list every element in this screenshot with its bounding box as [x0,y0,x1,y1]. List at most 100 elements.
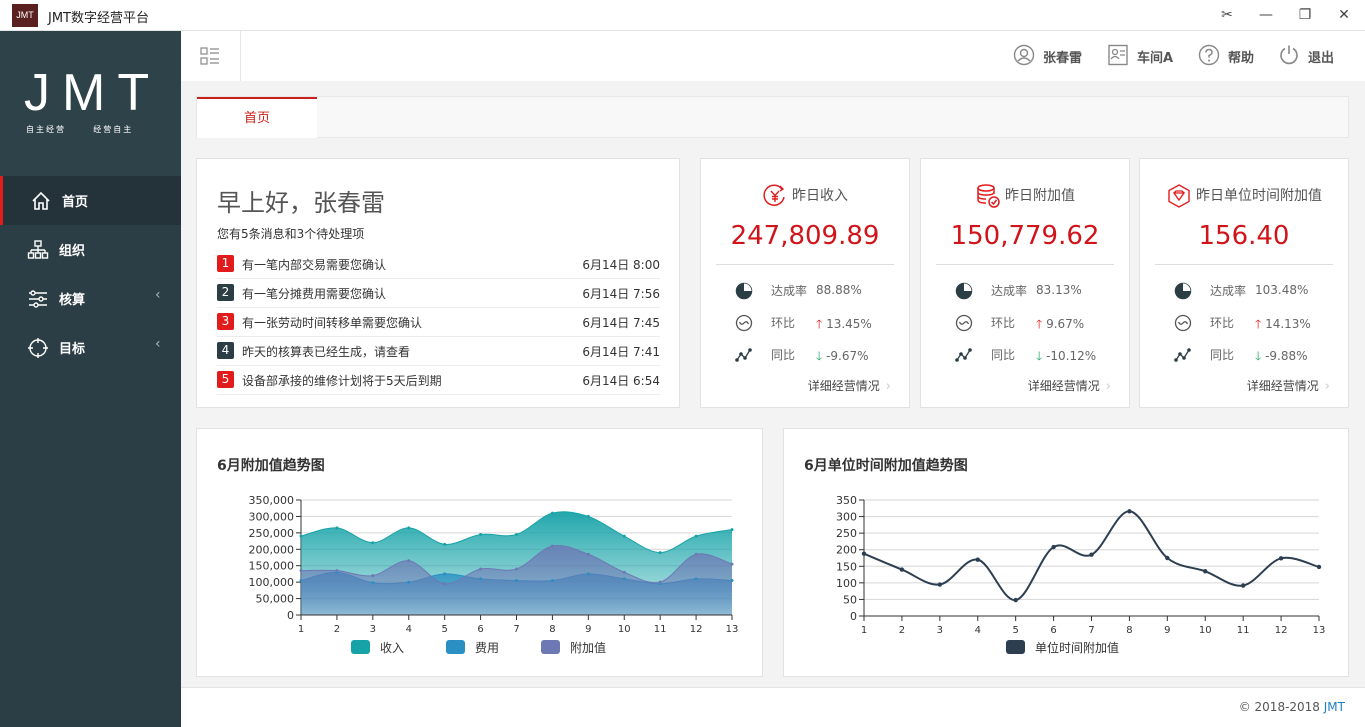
details-link[interactable]: 详细经营情况 › [808,377,891,394]
data-point[interactable] [975,557,980,562]
data-point[interactable] [515,533,518,536]
data-point[interactable] [443,572,447,576]
data-point[interactable] [550,511,554,515]
help-button[interactable]: 帮助 [1198,44,1263,68]
x-tick-label: 3 [370,624,376,635]
data-point[interactable] [335,526,339,530]
data-point[interactable] [443,582,447,586]
data-point[interactable] [550,544,554,548]
task-text: 有一笔内部交易需要您确认 [242,258,387,272]
pin-button[interactable]: ✂ [1216,5,1238,25]
footer-brand-link[interactable]: JMT [1324,700,1345,714]
kpi-completion-rate: 达成率 103.48% [1140,279,1348,301]
data-point[interactable] [515,579,518,582]
kpi-value: 150,779.62 [950,221,1100,251]
data-point[interactable] [479,567,483,571]
data-point[interactable] [1013,597,1018,603]
data-point[interactable] [1165,555,1170,561]
legend-label[interactable]: 附加值 [570,640,606,655]
y-tick-label: 150,000 [249,560,295,573]
data-point[interactable] [407,559,411,563]
data-point[interactable] [586,572,590,576]
task-item[interactable]: 2 有一笔分摊费用需要您确认 6月14日 7:56 [217,279,660,308]
close-button[interactable]: ✕ [1333,5,1355,25]
restore-button[interactable]: ❐ [1294,5,1316,25]
y-tick-label: 50 [843,593,857,606]
x-tick-label: 8 [1126,625,1132,636]
data-point[interactable] [658,551,662,555]
data-point[interactable] [479,533,483,536]
data-point[interactable] [694,552,698,556]
task-item[interactable]: 5 设备部承接的维修计划将于5天后到期 6月14日 6:54 [217,366,660,395]
data-point[interactable] [622,577,626,581]
data-point[interactable] [899,567,905,572]
menu-toggle-button[interactable] [181,31,241,81]
data-point[interactable] [299,579,303,582]
data-point[interactable] [861,551,867,556]
task-time: 6月14日 7:56 [582,287,660,301]
details-link[interactable]: 详细经营情况 › [1028,377,1111,394]
data-point[interactable] [371,541,375,545]
task-item[interactable]: 3 有一张劳动时间转移单需要您确认 6月14日 7:45 [217,308,660,337]
data-point[interactable] [371,581,375,585]
data-point[interactable] [1278,556,1284,561]
data-point[interactable] [1051,544,1056,550]
data-point[interactable] [1089,552,1094,557]
task-item[interactable]: 4 昨天的核算表已经生成，请查看 6月14日 7:41 [217,337,660,366]
legend-swatch[interactable] [351,640,370,654]
data-point[interactable] [1127,509,1132,514]
data-point[interactable] [443,542,447,546]
minimize-button[interactable]: — [1255,5,1277,25]
task-item[interactable]: 1 有一笔内部交易需要您确认 6月14日 8:00 [217,250,660,279]
data-point[interactable] [730,579,734,582]
sidebar-item-home[interactable]: 首页 [0,176,181,225]
legend-label[interactable]: 费用 [475,641,499,655]
legend-label[interactable]: 收入 [380,641,404,655]
data-point[interactable] [407,580,411,584]
data-point[interactable] [550,579,554,582]
legend-swatch[interactable] [1006,640,1025,654]
data-point[interactable] [622,570,626,574]
legend-swatch[interactable] [541,640,560,654]
sidebar-item-label: 核算 [59,293,86,308]
data-point[interactable] [694,534,698,538]
data-point[interactable] [937,582,943,587]
y-tick-label: 350,000 [249,494,295,507]
x-tick-label: 10 [618,624,631,635]
data-point[interactable] [1240,583,1246,588]
sidebar-item-target[interactable]: 目标 ‹ [0,323,181,372]
x-tick-label: 2 [899,625,905,636]
data-point[interactable] [371,574,375,578]
data-point[interactable] [622,534,626,538]
data-point[interactable] [1316,564,1322,570]
data-point[interactable] [730,562,734,566]
trend-icon [955,348,972,362]
task-text: 昨天的核算表已经生成，请查看 [242,345,411,359]
x-tick-label: 9 [585,624,591,635]
data-point[interactable] [335,569,339,573]
data-point[interactable] [658,580,662,584]
arrow-down-icon: 🡓 [1036,349,1043,363]
legend-swatch[interactable] [446,640,465,654]
sidebar-item-accounting[interactable]: 核算 ‹ [0,274,181,323]
task-list: 1 有一笔内部交易需要您确认 6月14日 8:00 2 有一笔分摊费用需要您确认 6月14… [217,250,660,395]
data-point[interactable] [299,534,303,538]
data-point[interactable] [299,569,303,573]
kpi-card: 昨日单位时间附加值 156.40 达成率 103.48% 环比 🡑 14.13% 同比 🡓 -… [1139,158,1349,408]
logout-button[interactable]: 退出 [1278,44,1343,68]
data-point[interactable] [1203,569,1208,574]
data-point[interactable] [407,526,411,530]
details-link[interactable]: 详细经营情况 › [1247,377,1330,394]
x-tick-label: 4 [975,625,981,636]
workshop-menu[interactable]: 车间A [1107,44,1182,68]
data-point[interactable] [515,567,518,571]
tab-home[interactable]: 首页 [197,97,317,138]
sidebar-item-org[interactable]: 组织 [0,225,181,274]
data-point[interactable] [586,514,590,518]
data-point[interactable] [479,577,483,581]
user-menu[interactable]: 张春雷 [1013,44,1093,68]
legend-label[interactable]: 单位时间附加值 [1035,640,1119,655]
data-point[interactable] [730,528,734,532]
data-point[interactable] [694,577,698,581]
data-point[interactable] [586,552,590,556]
